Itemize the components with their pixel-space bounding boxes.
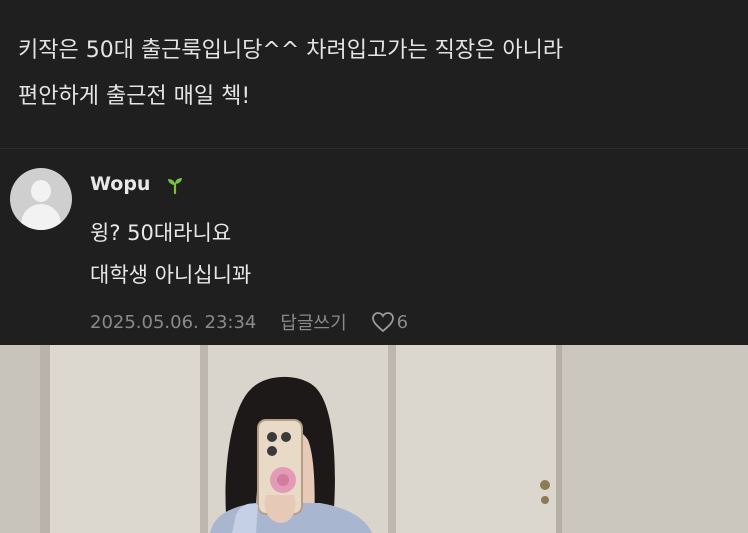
avatar-body-shape [21,204,61,230]
post-text-line: 편안하게 출근전 매일 첵! [18,84,251,109]
avatar-head-shape [31,180,51,202]
sprout-icon [168,178,182,195]
like-button[interactable]: 6 [371,311,408,333]
comment-text-line: 대학생 아니십니꽈 [90,263,252,287]
avatar[interactable] [10,168,72,230]
comment-username[interactable]: Wopu [90,173,150,195]
like-count: 6 [396,311,409,333]
attached-photo[interactable] [0,345,748,533]
comment-text-line: 윙? 50대라니요 [90,221,232,245]
divider [0,148,748,149]
reply-button[interactable]: 답글쓰기 [280,309,346,335]
heart-icon [371,312,394,333]
post-text-line: 키작은 50대 출근룩입니당^^ 차려입고가는 직장은 아니라 [18,38,564,63]
comment-body: 윙? 50대라니요 대학생 아니십니꽈 [90,212,251,296]
comment-timestamp: 2025.05.06. 23:34 [90,311,257,333]
post-content: 키작은 50대 출근룩입니당^^ 차려입고가는 직장은 아니라 편안하게 출근전… [18,28,738,120]
comment-meta: 2025.05.06. 23:34 답글쓰기 6 [90,309,408,335]
mirror-selfie-image [0,345,748,533]
